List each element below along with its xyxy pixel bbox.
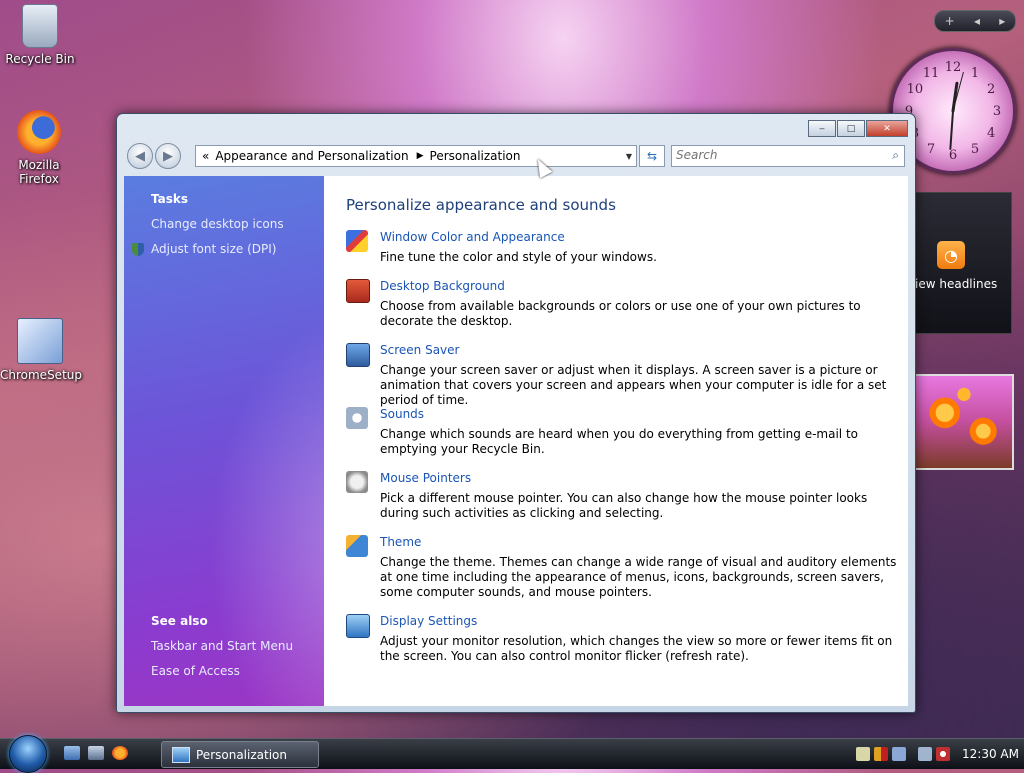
screen-saver-icon[interactable] <box>346 343 370 367</box>
clock-number: 2 <box>987 82 995 97</box>
breadcrumb-appearance-and-personalization[interactable]: Appearance and Personalization <box>215 149 408 163</box>
item-description: Change the theme. Themes can change a wi… <box>380 555 897 599</box>
taskbar-button-personalization[interactable]: Personalization <box>161 741 319 768</box>
clock-number: 7 <box>927 142 935 157</box>
link-window-color[interactable]: Window Color and Appearance <box>380 230 565 244</box>
window-color-icon[interactable] <box>346 230 368 252</box>
switch-windows-icon[interactable] <box>88 746 104 760</box>
sounds-icon[interactable] <box>346 407 368 429</box>
navigation-bar: ◀ ▶ « Appearance and Personalization ▶ P… <box>125 142 907 172</box>
slideshow-gadget[interactable] <box>914 374 1014 470</box>
feed-headlines-label[interactable]: iew headlines <box>915 277 997 291</box>
clock-number: 3 <box>993 104 1001 119</box>
item-description: Pick a different mouse pointer. You can … <box>380 491 868 520</box>
clock-number: 6 <box>949 148 957 163</box>
see-also-heading: See also <box>151 614 208 628</box>
gadget-next-button[interactable]: ▸ <box>999 14 1005 28</box>
gadget-prev-button[interactable]: ◂ <box>974 14 980 28</box>
personalization-window: ‒ □ ✕ ◀ ▶ « Appearance and Personalizati… <box>116 113 916 713</box>
display-icon[interactable] <box>346 614 370 638</box>
firefox-icon <box>17 110 61 154</box>
breadcrumb-overflow[interactable]: « <box>202 149 209 163</box>
rss-icon: ◔ <box>937 241 965 269</box>
desktop-icon-firefox[interactable]: Mozilla Firefox <box>0 110 78 186</box>
taskbar-clock[interactable]: 12:30 AM <box>962 747 1019 761</box>
clock-number: 12 <box>945 60 962 75</box>
theme-icon[interactable] <box>346 535 368 557</box>
breadcrumb-personalization[interactable]: Personalization <box>430 149 521 163</box>
task-adjust-font-size[interactable]: Adjust font size (DPI) <box>151 242 276 256</box>
tray-icon[interactable] <box>892 747 906 761</box>
search-icon[interactable]: ⌕ <box>892 148 899 163</box>
item-description: Change which sounds are heard when you d… <box>380 427 858 456</box>
gadget-toolbar: + ◂ ▸ <box>934 10 1016 32</box>
desktop-icon-label: Recycle Bin <box>5 52 75 66</box>
display-icon <box>172 746 190 763</box>
item-description: Change your screen saver or adjust when … <box>380 363 887 407</box>
firefox-quicklaunch-icon[interactable] <box>112 746 128 760</box>
desktop-icon-label: ChromeSetup <box>0 368 82 382</box>
link-desktop-background[interactable]: Desktop Background <box>380 279 505 293</box>
refresh-button[interactable]: ⇆ <box>639 145 665 167</box>
see-also-taskbar-start-menu[interactable]: Taskbar and Start Menu <box>151 639 293 653</box>
tray-icon[interactable] <box>856 747 870 761</box>
desktop-icon-label: Mozilla Firefox <box>18 158 60 186</box>
clock-number: 4 <box>987 126 995 141</box>
desktop-icon-chromesetup[interactable]: ChromeSetup <box>0 318 82 382</box>
chevron-down-icon[interactable]: ▼ <box>626 152 632 161</box>
desktop-background-icon[interactable] <box>346 279 370 303</box>
network-icon[interactable] <box>918 747 932 761</box>
forward-button[interactable]: ▶ <box>155 143 181 169</box>
installer-icon <box>17 318 63 364</box>
clock-number: 5 <box>971 142 979 157</box>
item-description: Choose from available backgrounds or col… <box>380 299 861 328</box>
tasks-heading: Tasks <box>151 192 189 206</box>
link-display-settings[interactable]: Display Settings <box>380 614 477 628</box>
volume-icon[interactable] <box>936 747 950 761</box>
item-description: Adjust your monitor resolution, which ch… <box>380 634 893 663</box>
link-sounds[interactable]: Sounds <box>380 407 424 421</box>
clock-number: 11 <box>923 66 940 81</box>
task-change-desktop-icons[interactable]: Change desktop icons <box>151 217 284 231</box>
minimize-button[interactable]: ‒ <box>808 120 836 137</box>
maximize-button[interactable]: □ <box>837 120 865 137</box>
close-button[interactable]: ✕ <box>866 120 908 137</box>
caption-buttons: ‒ □ ✕ <box>807 120 908 137</box>
start-button[interactable] <box>9 735 47 773</box>
mouse-icon[interactable] <box>346 471 368 493</box>
recycle-bin-icon <box>22 4 58 48</box>
add-gadget-button[interactable]: + <box>945 14 955 28</box>
item-description: Fine tune the color and style of your wi… <box>380 250 657 264</box>
chevron-right-icon[interactable]: ▶ <box>417 151 424 161</box>
clock-number: 1 <box>971 66 979 81</box>
link-theme[interactable]: Theme <box>380 535 421 549</box>
clock-number: 10 <box>907 82 924 97</box>
notification-area: 12:30 AM <box>856 739 1024 769</box>
security-icon[interactable] <box>874 747 888 761</box>
link-mouse-pointers[interactable]: Mouse Pointers <box>380 471 471 485</box>
desktop-icon-recycle-bin[interactable]: Recycle Bin <box>0 4 80 66</box>
taskbar: Personalization 12:30 AM <box>0 735 1024 773</box>
address-bar[interactable]: « Appearance and Personalization ▶ Perso… <box>195 145 637 167</box>
see-also-ease-of-access[interactable]: Ease of Access <box>151 664 240 678</box>
page-title: Personalize appearance and sounds <box>346 196 616 214</box>
taskbar-button-label: Personalization <box>196 747 287 762</box>
feed-headlines-gadget[interactable]: ◔ iew headlines <box>914 192 1012 334</box>
link-screen-saver[interactable]: Screen Saver <box>380 343 459 357</box>
content-pane: Personalize appearance and sounds Window… <box>324 176 908 706</box>
shield-icon <box>132 243 144 256</box>
search-box: ⌕ <box>671 145 905 167</box>
task-pane: Tasks Change desktop icons Adjust font s… <box>124 176 324 706</box>
show-desktop-icon[interactable] <box>64 746 80 760</box>
clock-minute-hand <box>949 110 954 150</box>
search-input[interactable] <box>672 146 880 164</box>
back-button[interactable]: ◀ <box>127 143 153 169</box>
